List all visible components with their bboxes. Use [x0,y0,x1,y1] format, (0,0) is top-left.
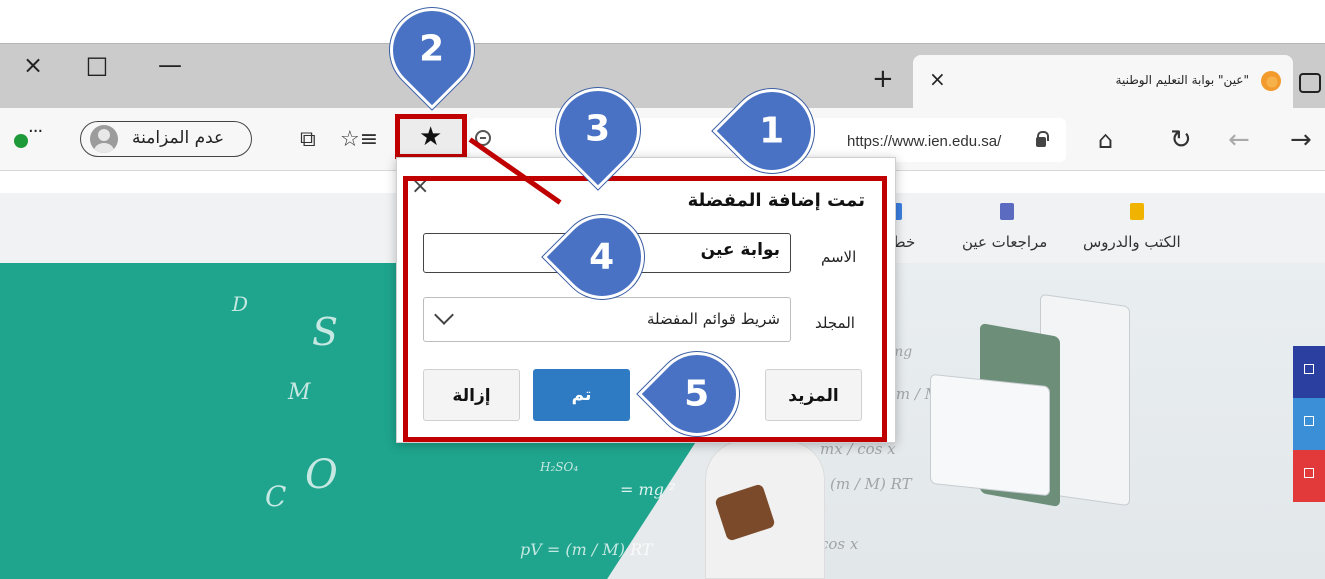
url-text: https://www.ien.edu.sa/ [847,133,1002,150]
collections-icon[interactable]: ⧉ [300,122,316,158]
hero-formula: cos x [820,535,859,553]
reviews-icon [1000,203,1014,220]
back-arrow-icon[interactable]: ← [1228,122,1250,158]
hero-formula: (m / M) RT [830,475,912,493]
hero-formula-letter: M [288,380,311,405]
hero-formula: pV = (m / M) RT [520,540,653,559]
hero-formula-letter: O [305,452,338,498]
refresh-icon[interactable]: ↻ [1170,122,1192,158]
screenshot-stage: × □ — + × "عين" بوابة التعليم الوطنية ··… [0,0,1325,579]
sync-status-label: عدم المزامنة [132,128,225,148]
square-icon [1304,468,1314,478]
profile-avatar-icon [90,125,118,153]
square-icon [1304,364,1314,374]
side-share-button[interactable] [1293,346,1325,398]
hero-formula: H₂SO₄ [540,460,579,474]
hero-formula-letter: S [312,310,339,354]
lock-icon[interactable] [1036,131,1049,147]
hero-formula-letter: C [265,480,287,513]
add-favorite-button-highlight[interactable]: ★ [395,114,467,159]
favorites-list-icon[interactable]: ☆≡ [340,122,378,158]
nav-ien-reviews[interactable]: مراجعات عين [962,233,1047,251]
close-window-button[interactable]: × [16,50,50,80]
site-favicon-icon [1261,71,1281,91]
more-dots: ··· [28,121,43,142]
star-filled-icon: ★ [419,122,443,152]
minimize-window-button[interactable]: — [153,50,187,80]
maximize-window-button[interactable]: □ [80,50,114,80]
tab-actions-icon[interactable] [1299,73,1321,93]
home-icon[interactable]: ⌂ [1098,122,1113,158]
new-tab-button[interactable]: + [872,64,894,94]
book-illustration [930,373,1050,497]
forward-arrow-icon[interactable]: → [1290,122,1312,158]
active-tab[interactable]: × "عين" بوابة التعليم الوطنية [913,55,1293,108]
books-icon [1130,203,1144,220]
tab-title: "عين" بوابة التعليم الوطنية [1115,73,1249,87]
tab-close-icon[interactable]: × [929,67,946,91]
hero-formula: = mg ² [620,480,676,499]
update-indicator-icon [14,134,28,148]
nav-books-lessons[interactable]: الكتب والدروس [1083,233,1181,251]
side-share-button[interactable] [1293,450,1325,502]
side-share-button[interactable] [1293,398,1325,450]
square-icon [1304,416,1314,426]
hero-formula-letter: D [232,292,249,316]
more-menu-icon[interactable]: ··· [14,121,43,149]
